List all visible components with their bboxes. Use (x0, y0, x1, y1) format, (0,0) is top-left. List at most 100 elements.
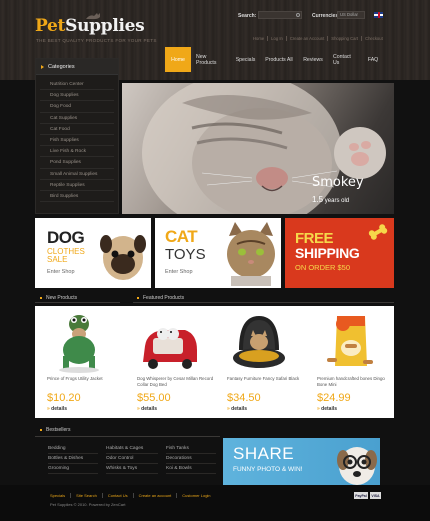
product-name[interactable]: Dog Whisperer by Cesar Millan Record Col… (137, 376, 215, 387)
category-small-animal[interactable]: Small Animal Supplies (40, 169, 114, 180)
bestsellers-title: Bestsellers (46, 427, 71, 433)
category-fish-supplies[interactable]: Fish Supplies (40, 135, 114, 147)
cat-image (227, 222, 275, 286)
top-link-home[interactable]: Home (250, 36, 269, 41)
top-link-checkout[interactable]: Checkout (362, 36, 386, 41)
arrow-right-icon (41, 64, 44, 69)
shipping-banner-line2: SHIPPING (295, 245, 360, 261)
footer-link-site-search[interactable]: Site Search (71, 493, 103, 498)
share-subtitle: FUNNY PHOTO & WIN! (233, 466, 303, 473)
cat-banner-subtitle: TOYS (165, 246, 206, 263)
product-image (327, 316, 373, 366)
categories-title: Categories (48, 63, 75, 70)
share-photo-banner[interactable]: SHARE FUNNY PHOTO & WIN! (223, 438, 380, 485)
bullet-icon (137, 297, 139, 299)
dog-enter-shop-link[interactable]: Enter Shop (47, 269, 75, 275)
product-card[interactable]: Dog Whisperer by Cesar Millan Record Col… (125, 306, 213, 418)
category-pond-supplies[interactable]: Pond Supplies (40, 157, 114, 169)
product-card[interactable]: Prince of Frogs Utility Jacket $10.20 de… (35, 306, 123, 418)
product-image (59, 315, 99, 373)
category-dog-food[interactable]: Dog Food (40, 101, 114, 113)
category-nutrition-center[interactable]: Nutrition Center (40, 79, 114, 91)
shipping-banner-line3: ON ORDER $50 (295, 263, 351, 272)
bestseller-link[interactable]: Grooming (48, 464, 98, 474)
bullet-icon (40, 297, 42, 299)
product-details-link[interactable]: details (47, 406, 67, 412)
footer-links: Specials Site Search Contact Us Create a… (50, 493, 216, 498)
bone-icon (368, 224, 388, 240)
uk-flag-icon[interactable] (374, 12, 383, 18)
bestsellers-col-3: Fish Tanks Decorations Koi & Bowls (166, 444, 216, 474)
top-link-create-account[interactable]: Create an Account (287, 36, 329, 41)
nav-home[interactable]: Home (165, 47, 191, 72)
featured-products-heading: Featured Products (137, 295, 184, 301)
bestseller-link[interactable]: Bedding (48, 444, 98, 454)
bestseller-link[interactable]: Decorations (166, 454, 216, 464)
bestsellers-col-1: Bedding Bottles & Dishes Grooming (48, 444, 98, 474)
categories-header: Categories (36, 59, 118, 75)
divider (35, 302, 120, 303)
new-products-heading: New Products (40, 295, 77, 301)
nav-products-all[interactable]: Products All (260, 47, 298, 72)
cat-banner-title: CAT (165, 227, 198, 246)
footer-link-customer-login[interactable]: Customer Login (177, 493, 215, 498)
product-name[interactable]: Prince of Frogs Utility Jacket (47, 376, 125, 382)
category-live-fish-rock[interactable]: Live Fish & Rock (40, 146, 114, 158)
category-bird-supplies[interactable]: Bird Supplies (40, 191, 114, 203)
footer-link-specials[interactable]: Specials (50, 493, 72, 498)
promo-banners: DOG CLOTHES SALE Enter Shop CAT TOYS Ent… (35, 218, 394, 288)
product-details-link[interactable]: details (317, 406, 337, 412)
nav-new-products[interactable]: New Products (191, 47, 231, 72)
category-dog-supplies[interactable]: Dog Supplies (40, 90, 114, 102)
logo-supplies: Supplies (65, 16, 145, 36)
share-title: SHARE (233, 444, 295, 463)
paypal-icon: PayPal (354, 492, 368, 499)
footer-link-create-account[interactable]: Create an account (134, 493, 178, 498)
free-shipping-banner[interactable]: FREE SHIPPING ON ORDER $50 (281, 218, 394, 288)
cat-toys-banner[interactable]: CAT TOYS Enter Shop (151, 218, 281, 288)
product-image (233, 316, 285, 368)
footer-link-contact-us[interactable]: Contact Us (103, 493, 134, 498)
dog-banner-title: DOG (47, 228, 85, 247)
bestseller-link[interactable]: Fish Tanks (166, 444, 216, 454)
nav-specials[interactable]: Specials (231, 47, 260, 72)
nav-contact-us[interactable]: Contact Us (328, 47, 363, 72)
product-image (143, 328, 197, 369)
hero-title: Smokey (312, 175, 364, 190)
visa-icon: VISA (370, 492, 381, 499)
dog-banner-subtitle: CLOTHES SALE (47, 248, 85, 264)
product-details-link[interactable]: details (137, 406, 157, 412)
currency-select[interactable]: US Dollar (337, 11, 365, 19)
nav-faq[interactable]: FAQ (363, 47, 383, 72)
product-card[interactable]: Fantasy Furniture Fancy Safari Black $34… (215, 306, 303, 418)
nav-reviews[interactable]: Reviews (298, 47, 328, 72)
product-name[interactable]: Fantasy Furniture Fancy Safari Black (227, 376, 305, 382)
hero-slider[interactable] (122, 83, 394, 214)
product-price: $24.99 (317, 392, 351, 404)
categories-list: Nutrition Center Dog Supplies Dog Food C… (36, 75, 118, 203)
bestseller-link[interactable]: Odor Control (106, 454, 158, 464)
product-details-link[interactable]: details (227, 406, 247, 412)
category-cat-food[interactable]: Cat Food (40, 124, 114, 135)
product-name[interactable]: Premium handcrafted bones Dingo Bone Min… (317, 376, 395, 387)
category-reptile-supplies[interactable]: Reptile Supplies (40, 180, 114, 191)
product-card[interactable]: Premium handcrafted bones Dingo Bone Min… (305, 306, 393, 418)
hero-subtitle: 1.5 years old (312, 195, 349, 204)
dog-clothes-banner[interactable]: DOG CLOTHES SALE Enter Shop (35, 218, 151, 288)
product-price: $10.20 (47, 392, 81, 404)
search-icon[interactable] (296, 13, 300, 17)
products-grid: Prince of Frogs Utility Jacket $10.20 de… (35, 306, 394, 418)
category-cat-supplies[interactable]: Cat Supplies (40, 113, 114, 124)
cat-photo (142, 83, 386, 214)
bestseller-link[interactable]: Whisks & Toys (106, 464, 158, 474)
top-link-login[interactable]: Log In (268, 36, 287, 41)
bestseller-link[interactable]: Koi & Bowls (166, 464, 216, 474)
copyright: Pet Supplies © 2010. Powered by ZenCart (50, 502, 126, 507)
hero-age-text: years old (323, 198, 350, 204)
bestseller-link[interactable]: Habitats & Cages (106, 444, 158, 454)
cat-enter-shop-link[interactable]: Enter Shop (165, 269, 193, 275)
top-links: Home Log In Create an Account Shopping C… (250, 36, 386, 41)
bestseller-link[interactable]: Bottles & Dishes (48, 454, 98, 464)
top-link-cart[interactable]: Shopping Cart (328, 36, 363, 41)
tagline: THE BEST QUALITY PRODUCTS FOR YOUR PETS (36, 38, 157, 43)
